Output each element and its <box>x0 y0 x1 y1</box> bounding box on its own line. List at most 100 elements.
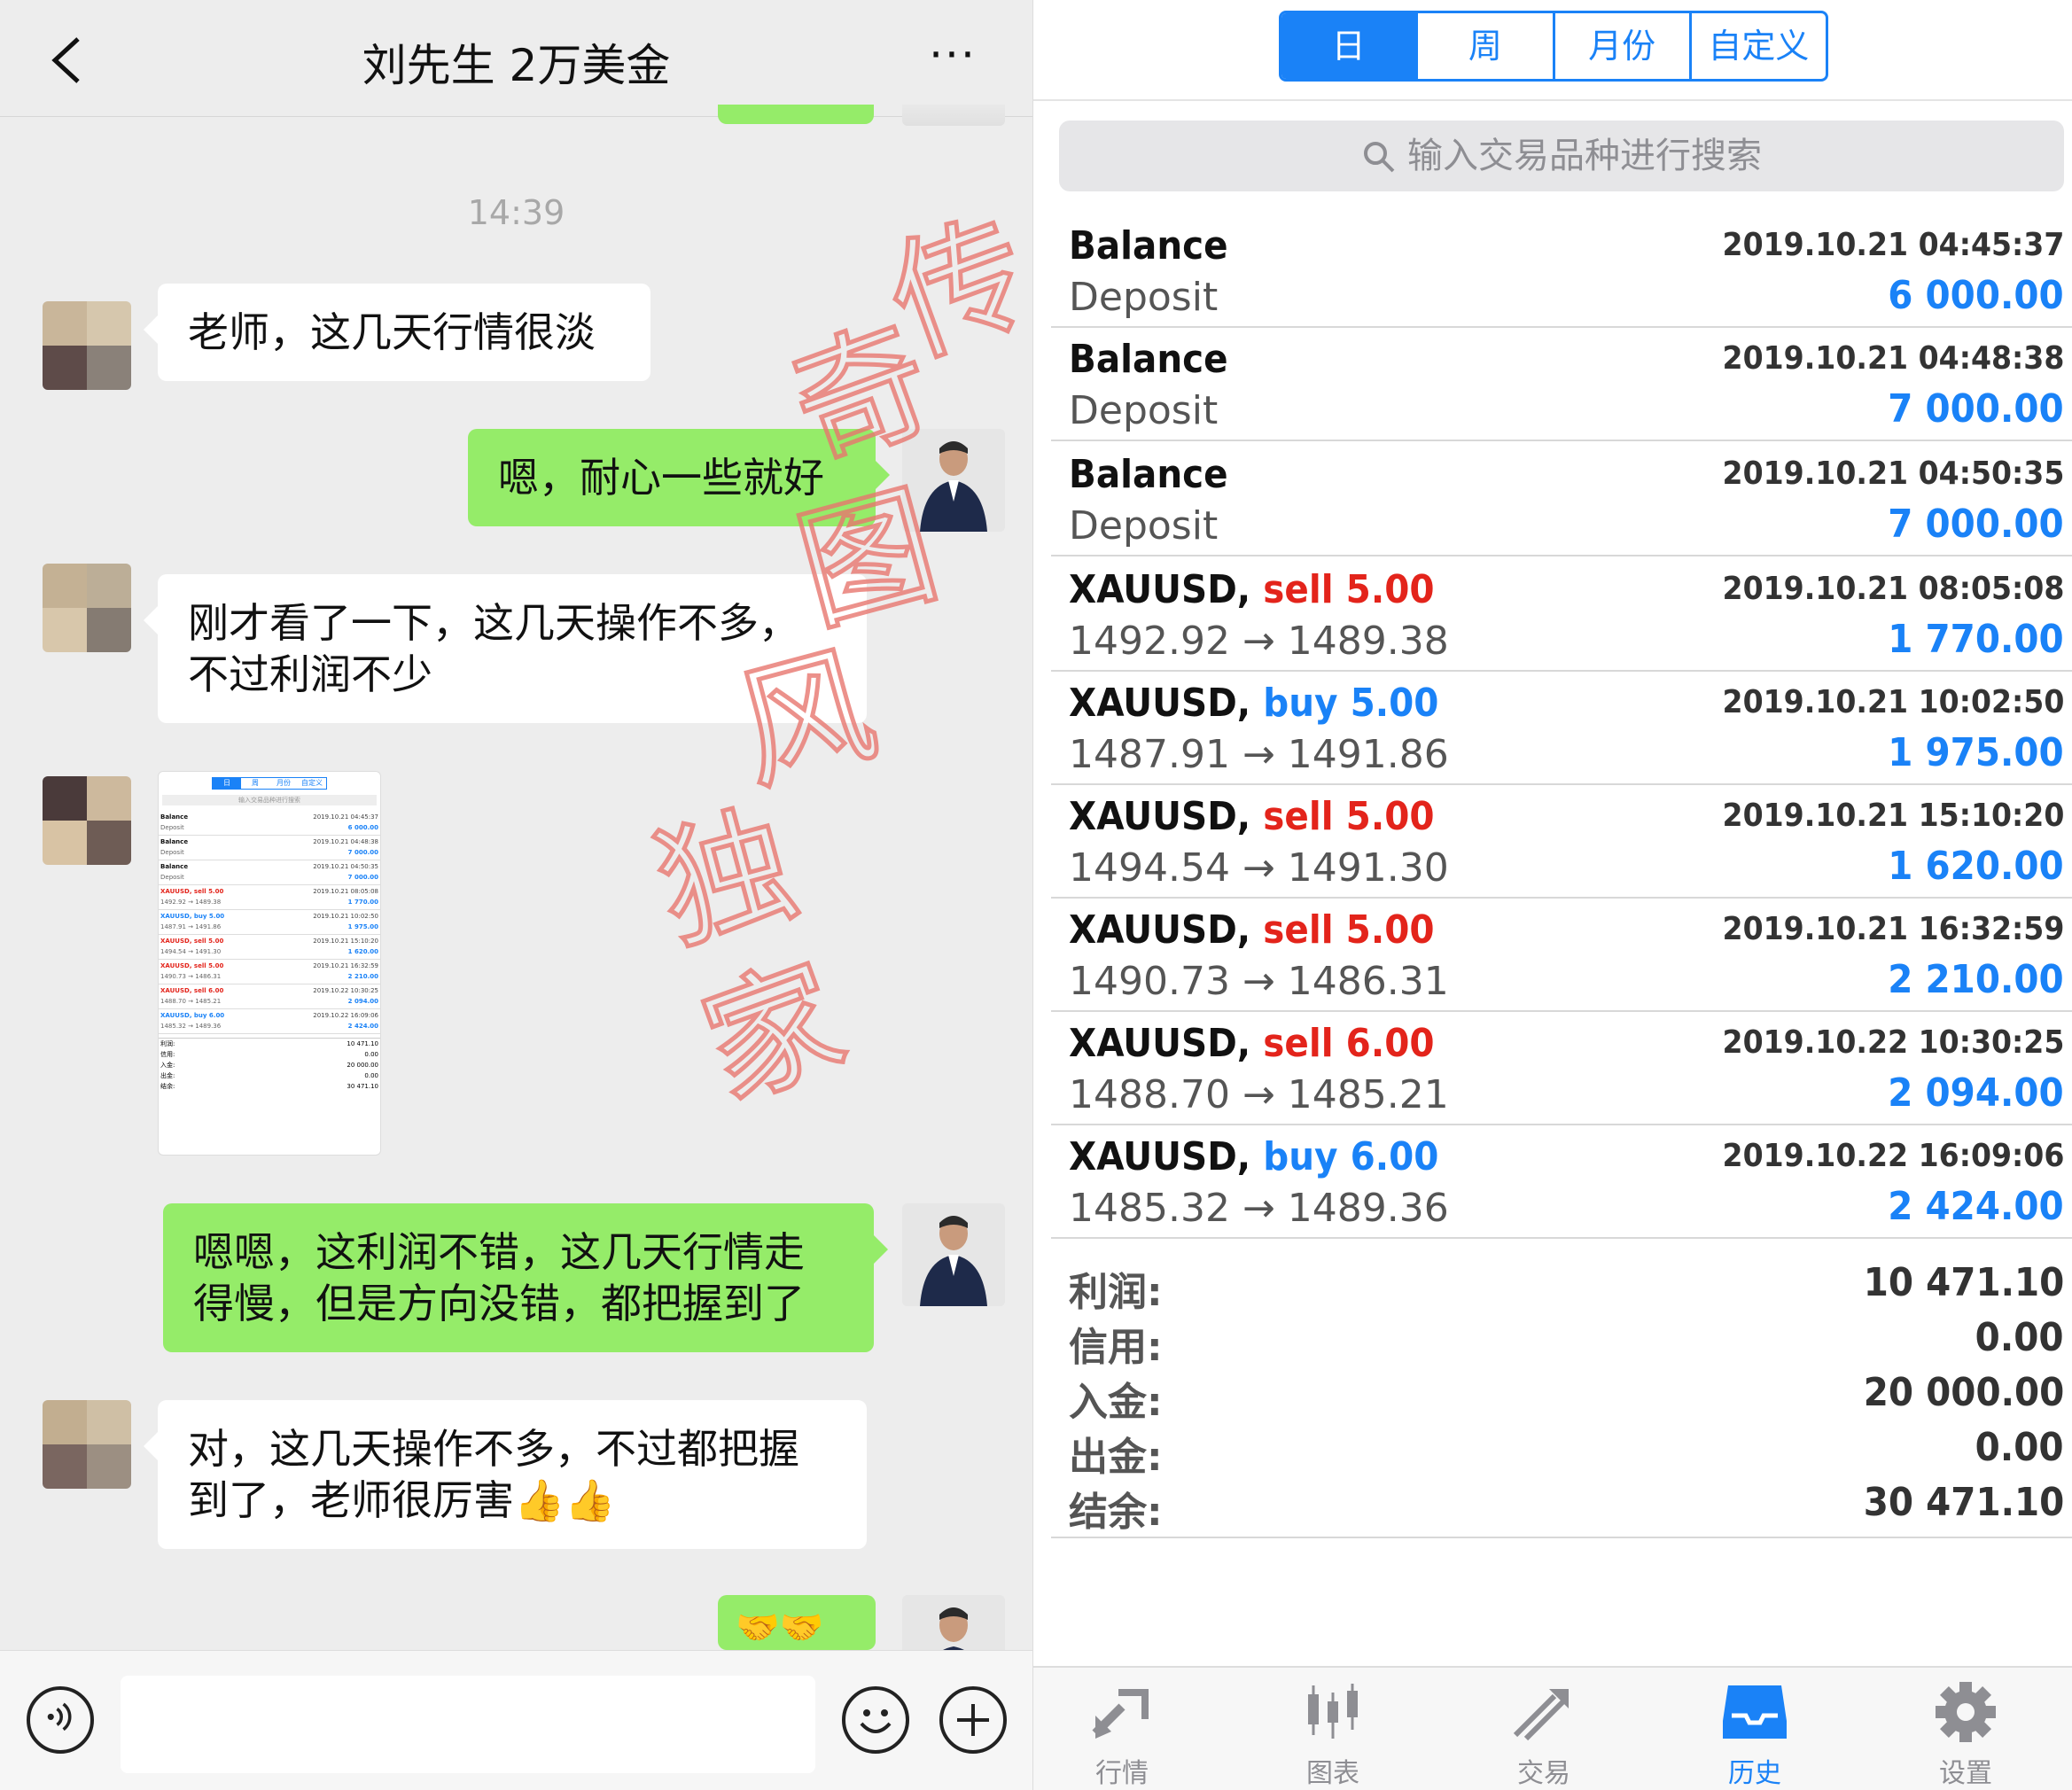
deal-symbol: XAUUSD, sell 5.00 <box>1069 907 1435 953</box>
thumb-row-profit: 2 424.00 <box>347 1023 378 1030</box>
metatrader-history-panel: 日 周 月份 自定义 输入交易品种进行搜索 Balance 2019.10.21 … <box>1032 0 2072 1790</box>
thumb-summary-value: 10 471.10 <box>347 1040 378 1047</box>
message-bubble[interactable]: 老师，这几天行情很淡 <box>144 284 650 381</box>
avatar-contact[interactable] <box>43 564 131 652</box>
thumb-summary-label: 结余: <box>160 1083 175 1090</box>
deal-profit: 7 000.00 <box>1888 502 2064 547</box>
thumb-row-symbol: XAUUSD, sell 5.00 <box>160 938 224 945</box>
deal-row[interactable]: Balance 2019.10.21 04:48:38 Deposit 7 000.0… <box>1051 328 2072 441</box>
deal-profit: 1 770.00 <box>1888 617 2064 662</box>
avatar-contact[interactable] <box>43 1400 131 1489</box>
image-message-thumbnail[interactable]: 日 周 月份 自定义 输入交易品种进行搜索 Balance 2019.10.21 … <box>158 771 381 1156</box>
avatar-self[interactable] <box>902 429 1005 532</box>
tab-settings[interactable]: 设置 <box>1904 1680 2028 1789</box>
period-selector: 日 周 月份 自定义 <box>1279 11 1828 82</box>
symbol-search-input[interactable]: 输入交易品种进行搜索 <box>1059 121 2064 191</box>
thumb-summary-value: 20 000.00 <box>347 1062 378 1069</box>
period-tab-day[interactable]: 日 <box>1281 13 1416 79</box>
chat-header: 刘先生 2万美金 ··· <box>0 0 1032 117</box>
voice-input-button[interactable] <box>27 1686 94 1754</box>
partial-message-bubble <box>718 105 874 124</box>
plus-icon <box>957 1704 989 1736</box>
thumb-row-time: 2019.10.21 08:05:08 <box>313 888 378 895</box>
deal-time: 2019.10.21 15:10:20 <box>1722 798 2064 834</box>
thumb-row: Balance 2019.10.21 04:45:37 Deposit 6 000.0… <box>159 811 380 836</box>
summary-value: 10 471.10 <box>1863 1260 2064 1305</box>
period-tab-custom[interactable]: 自定义 <box>1688 13 1826 79</box>
deal-row[interactable]: XAUUSD, sell 6.00 2019.10.22 10:30:25 1488… <box>1051 1012 2072 1125</box>
deal-side: buy <box>1263 681 1338 726</box>
thumb-tab: 月份 <box>277 779 291 787</box>
thumb-row: Balance 2019.10.21 04:50:35 Deposit 7 000.0… <box>159 860 380 885</box>
thumb-row-symbol: XAUUSD, sell 5.00 <box>160 888 224 895</box>
message-bubble[interactable]: 对，这几天操作不多，不过都把握到了，老师很厉害👍👍 <box>144 1400 867 1549</box>
quotes-icon <box>1092 1689 1149 1739</box>
deal-row[interactable]: XAUUSD, sell 5.00 2019.10.21 16:32:59 1490… <box>1051 899 2072 1012</box>
summary-row: 入金: 20 000.00 <box>1051 1366 2072 1425</box>
thumb-row-symbol: Balance <box>160 838 189 845</box>
deal-row[interactable]: XAUUSD, sell 5.00 2019.10.21 15:10:20 1494… <box>1051 785 2072 899</box>
deal-detail: 1490.73 → 1486.31 <box>1069 959 1449 1004</box>
deal-volume: 5.00 <box>1345 907 1435 953</box>
thumb-row-profit: 1 620.00 <box>347 948 378 955</box>
emoji-button[interactable] <box>842 1686 909 1754</box>
history-icon <box>1723 1685 1787 1739</box>
more-functions-button[interactable] <box>939 1686 1007 1754</box>
deal-profit: 1 975.00 <box>1888 730 2064 775</box>
deal-row[interactable]: XAUUSD, buy 5.00 2019.10.21 10:02:50 1487.… <box>1051 672 2072 785</box>
tab-history[interactable]: 历史 <box>1693 1680 1817 1789</box>
thumb-row-symbol: XAUUSD, buy 5.00 <box>160 913 225 920</box>
deal-detail: 1485.32 → 1489.36 <box>1069 1186 1449 1231</box>
deal-row[interactable]: Balance 2019.10.21 04:45:37 Deposit 6 000.0… <box>1051 214 2072 328</box>
message-bubble[interactable]: 嗯，耐心一些就好 <box>468 429 890 526</box>
thumb-row-profit: 7 000.00 <box>347 874 378 881</box>
period-tab-month[interactable]: 月份 <box>1552 13 1689 79</box>
thumb-row-time: 2019.10.21 04:50:35 <box>313 863 378 870</box>
deal-time: 2019.10.22 16:09:06 <box>1722 1138 2064 1174</box>
tab-label: 设置 <box>1939 1758 1992 1789</box>
deal-time: 2019.10.21 08:05:08 <box>1722 571 2064 607</box>
deal-symbol: Balance <box>1069 337 1228 382</box>
avatar-contact[interactable] <box>43 301 131 390</box>
summary-row: 利润: 10 471.10 <box>1051 1257 2072 1315</box>
message-input[interactable] <box>121 1676 815 1773</box>
thumb-summary-row: 信用: 0.00 <box>159 1049 380 1060</box>
tab-chart[interactable]: 图表 <box>1271 1680 1395 1789</box>
deal-row[interactable]: XAUUSD, sell 5.00 2019.10.21 08:05:08 1492… <box>1051 558 2072 672</box>
message-bubble[interactable]: 🤝🤝 <box>718 1595 876 1650</box>
avatar-contact[interactable] <box>43 776 131 865</box>
deal-side: sell <box>1263 567 1334 612</box>
deal-row[interactable]: XAUUSD, buy 6.00 2019.10.22 16:09:06 1485.… <box>1051 1125 2072 1239</box>
message-bubble[interactable]: 刚才看了一下，这几天操作不多，不过利润不少 <box>144 574 867 723</box>
deal-profit: 7 000.00 <box>1888 386 2064 432</box>
message-timestamp: 14:39 <box>467 193 565 232</box>
summary-label: 信用: <box>1069 1325 1163 1370</box>
thumb-row: XAUUSD, buy 5.00 2019.10.21 10:02:50 1487.… <box>159 910 380 935</box>
message-bubble[interactable]: 嗯嗯，这利润不错，这几天行情走得慢，但是方向没错，都把握到了 <box>163 1203 888 1352</box>
deal-profit: 2 210.00 <box>1888 957 2064 1002</box>
summary-label: 利润: <box>1069 1270 1163 1315</box>
deal-row[interactable]: Balance 2019.10.21 04:50:35 Deposit 7 000.0… <box>1051 443 2072 556</box>
thumb-row-detail: 1487.91 → 1491.86 <box>160 923 222 930</box>
thumb-row: XAUUSD, sell 5.00 2019.10.21 08:05:08 1492… <box>159 885 380 910</box>
deal-side: sell <box>1263 907 1334 953</box>
tab-trade[interactable]: 交易 <box>1482 1680 1606 1789</box>
voice-icon <box>47 1702 72 1732</box>
thumb-deal-list: Balance 2019.10.21 04:45:37 Deposit 6 000.0… <box>159 811 380 1034</box>
avatar-self[interactable] <box>902 1203 1005 1306</box>
period-tab-week[interactable]: 周 <box>1415 13 1552 79</box>
summary-row: 出金: 0.00 <box>1051 1421 2072 1480</box>
deal-symbol-name: Balance <box>1069 223 1228 268</box>
deal-symbol-name: XAUUSD, <box>1069 794 1251 839</box>
tab-quotes[interactable]: 行情 <box>1060 1680 1184 1789</box>
deal-symbol-name: XAUUSD, <box>1069 1021 1251 1066</box>
summary-rows: 利润: 10 471.10 信用: 0.00 入金: 20 000.00 出金: 0.00 结余… <box>1051 1248 2072 1535</box>
summary-value: 0.00 <box>1975 1425 2064 1470</box>
thumb-row-time: 2019.10.21 16:32:59 <box>313 962 378 969</box>
thumb-summary-label: 利润: <box>160 1040 175 1047</box>
summary-label: 出金: <box>1069 1435 1163 1480</box>
thumb-row-time: 2019.10.22 16:09:06 <box>313 1012 378 1019</box>
summary-row: 信用: 0.00 <box>1051 1311 2072 1370</box>
thumb-tab: 日 <box>213 778 241 789</box>
more-options-icon[interactable]: ··· <box>922 33 984 82</box>
